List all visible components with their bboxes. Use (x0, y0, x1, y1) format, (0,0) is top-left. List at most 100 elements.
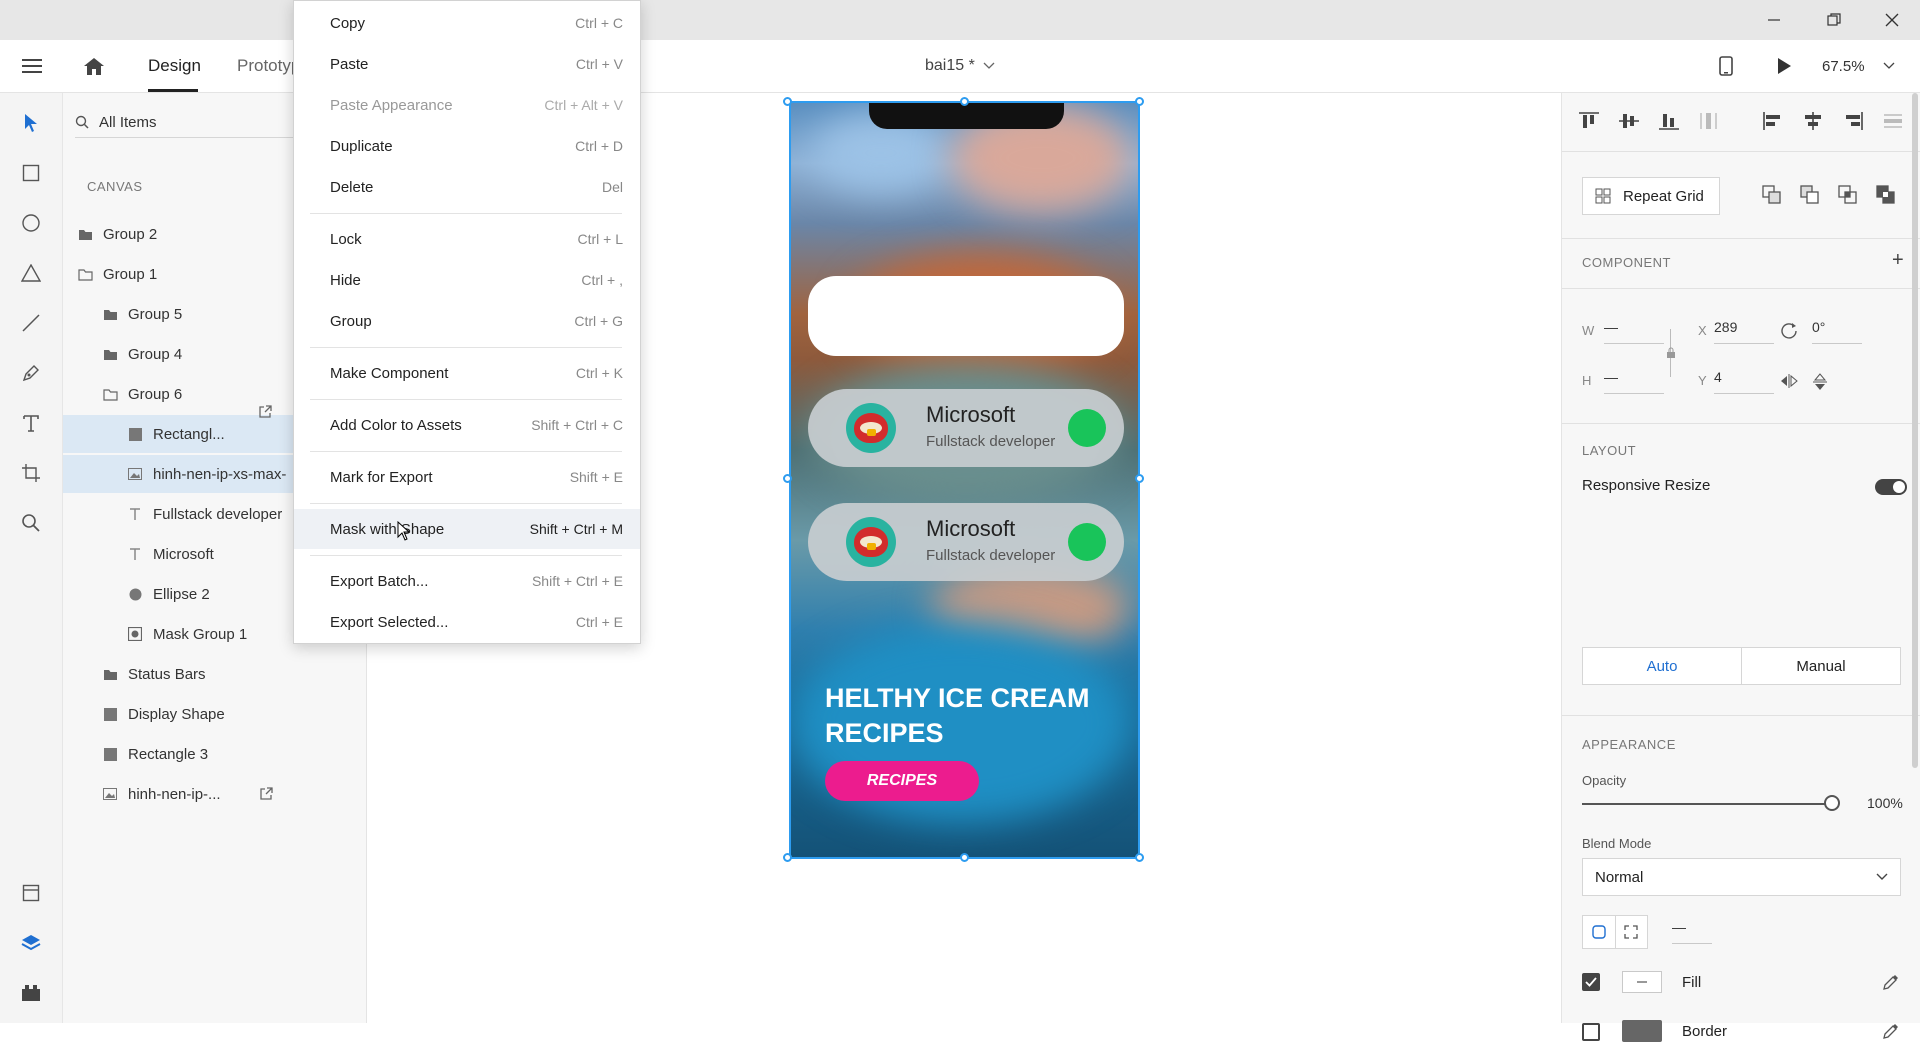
lock-icon[interactable] (1666, 347, 1676, 359)
resize-handle[interactable] (1135, 853, 1144, 862)
align-top-icon[interactable] (1578, 111, 1600, 131)
distribute-horizontal-icon[interactable] (1882, 111, 1904, 131)
tab-prototype[interactable]: Prototyp (237, 40, 300, 92)
width-field[interactable]: — (1604, 319, 1664, 344)
zoom-tool[interactable] (0, 503, 62, 543)
line-tool[interactable] (0, 303, 62, 343)
select-tool[interactable] (0, 103, 62, 143)
pen-icon (22, 365, 39, 382)
intersect-shape-icon[interactable] (1838, 185, 1858, 205)
restore-button[interactable] (1806, 0, 1862, 40)
y-field[interactable]: 4 (1714, 369, 1774, 394)
responsive-resize-toggle[interactable] (1875, 479, 1907, 495)
minimize-button[interactable] (1746, 0, 1802, 40)
plugins-panel-button[interactable] (0, 973, 62, 1013)
text-tool[interactable] (0, 403, 62, 443)
border-checkbox[interactable] (1582, 1023, 1600, 1041)
menu-item-paste-appearance[interactable]: Paste Appearance Ctrl + Alt + V (294, 85, 640, 125)
align-middle-icon[interactable] (1618, 111, 1640, 131)
play-preview-button[interactable] (1768, 52, 1800, 80)
fill-swatch[interactable] (1622, 971, 1662, 993)
blend-mode-select[interactable]: Normal (1582, 858, 1901, 896)
menu-item-duplicate[interactable]: Duplicate Ctrl + D (294, 126, 640, 166)
assets-panel-button[interactable] (0, 873, 62, 913)
menu-item-make-component[interactable]: Make Component Ctrl + K (294, 353, 640, 393)
uniform-corners-option[interactable] (1583, 916, 1616, 948)
add-component-button[interactable]: + (1892, 249, 1904, 272)
external-link-icon[interactable] (258, 405, 272, 419)
resize-handle[interactable] (783, 853, 792, 862)
menu-item-delete[interactable]: Delete Del (294, 167, 640, 207)
tab-design[interactable]: Design (148, 40, 201, 92)
menu-item-copy[interactable]: Copy Ctrl + C (294, 3, 640, 43)
opacity-slider-track[interactable] (1582, 803, 1832, 805)
layers-panel-button[interactable] (0, 923, 62, 963)
border-swatch[interactable] (1622, 1020, 1662, 1042)
layers-search[interactable]: All Items (75, 107, 315, 138)
menu-item-export-batch[interactable]: Export Batch... Shift + Ctrl + E (294, 561, 640, 601)
zoom-dropdown[interactable]: 67.5% (1822, 40, 1895, 92)
align-bottom-icon[interactable] (1658, 111, 1680, 131)
home-button[interactable] (76, 52, 112, 80)
menu-item-paste[interactable]: Paste Ctrl + V (294, 44, 640, 84)
hamburger-menu-button[interactable] (12, 52, 52, 80)
align-left-icon[interactable] (1762, 111, 1784, 131)
resize-handle[interactable] (783, 474, 792, 483)
menu-item-mark-for-export[interactable]: Mark for Export Shift + E (294, 457, 640, 497)
align-center-icon[interactable] (1802, 111, 1824, 131)
text-icon (127, 506, 143, 522)
layer-item[interactable]: hinh-nen-ip-... (63, 775, 405, 813)
per-corner-option[interactable] (1616, 916, 1648, 948)
search-box-shape[interactable] (808, 276, 1124, 356)
ellipse-tool[interactable] (0, 203, 62, 243)
fill-checkbox[interactable] (1582, 973, 1600, 991)
flip-horizontal-icon[interactable] (1780, 373, 1798, 389)
document-title[interactable]: bai15 * (925, 40, 995, 92)
profile-card[interactable]: Microsoft Fullstack developer (808, 389, 1124, 467)
eyedropper-icon[interactable] (1882, 973, 1900, 991)
menu-item-shortcut: Shift + Ctrl + E (531, 573, 623, 589)
resize-handle[interactable] (1135, 97, 1144, 106)
resize-auto-button[interactable]: Auto (1582, 647, 1742, 685)
rectangle-tool[interactable] (0, 153, 62, 193)
subtract-shape-icon[interactable] (1800, 185, 1820, 205)
pen-tool[interactable] (0, 353, 62, 393)
flip-vertical-icon[interactable] (1812, 373, 1828, 391)
polygon-tool[interactable] (0, 253, 62, 293)
add-shape-icon[interactable] (1762, 185, 1782, 205)
menu-item-add-color-to-assets[interactable]: Add Color to Assets Shift + Ctrl + C (294, 405, 640, 445)
eyedropper-icon[interactable] (1882, 1022, 1900, 1040)
close-window-button[interactable] (1864, 0, 1920, 40)
device-preview-button[interactable] (1710, 52, 1742, 80)
image-icon (102, 786, 118, 802)
corner-mode-toggle[interactable] (1582, 915, 1648, 949)
artboard-phone[interactable]: Microsoft Fullstack developer Microsoft … (789, 101, 1140, 859)
corner-radius-field[interactable]: — (1672, 919, 1712, 944)
layer-item[interactable]: Display Shape (63, 695, 405, 733)
menu-item-hide[interactable]: Hide Ctrl + , (294, 260, 640, 300)
opacity-slider-thumb[interactable] (1824, 795, 1840, 811)
layer-item[interactable]: Status Bars (63, 655, 405, 693)
resize-handle[interactable] (783, 97, 792, 106)
layer-item[interactable]: Rectangle 3 (63, 735, 405, 773)
align-right-icon[interactable] (1842, 111, 1864, 131)
x-field[interactable]: 289 (1714, 319, 1774, 344)
resize-manual-button[interactable]: Manual (1741, 647, 1901, 685)
artboard-tool[interactable] (0, 453, 62, 493)
rotation-field[interactable]: 0° (1812, 319, 1862, 344)
resize-handle[interactable] (960, 97, 969, 106)
menu-item-lock[interactable]: Lock Ctrl + L (294, 219, 640, 259)
properties-scrollbar[interactable] (1912, 93, 1918, 768)
resize-handle[interactable] (960, 853, 969, 862)
resize-handle[interactable] (1135, 474, 1144, 483)
profile-card[interactable]: Microsoft Fullstack developer (808, 503, 1124, 581)
recipes-button[interactable]: RECIPES (825, 761, 979, 801)
menu-item-group[interactable]: Group Ctrl + G (294, 301, 640, 341)
repeat-grid-button[interactable]: Repeat Grid (1582, 177, 1720, 215)
height-field[interactable]: — (1604, 369, 1664, 394)
menu-item-mask-with-shape[interactable]: Mask with Shape Shift + Ctrl + M (294, 509, 640, 549)
opacity-value[interactable]: 100% (1867, 795, 1903, 811)
distribute-vertical-icon[interactable] (1698, 111, 1720, 131)
menu-item-export-selected[interactable]: Export Selected... Ctrl + E (294, 602, 640, 642)
exclude-shape-icon[interactable] (1876, 185, 1896, 205)
